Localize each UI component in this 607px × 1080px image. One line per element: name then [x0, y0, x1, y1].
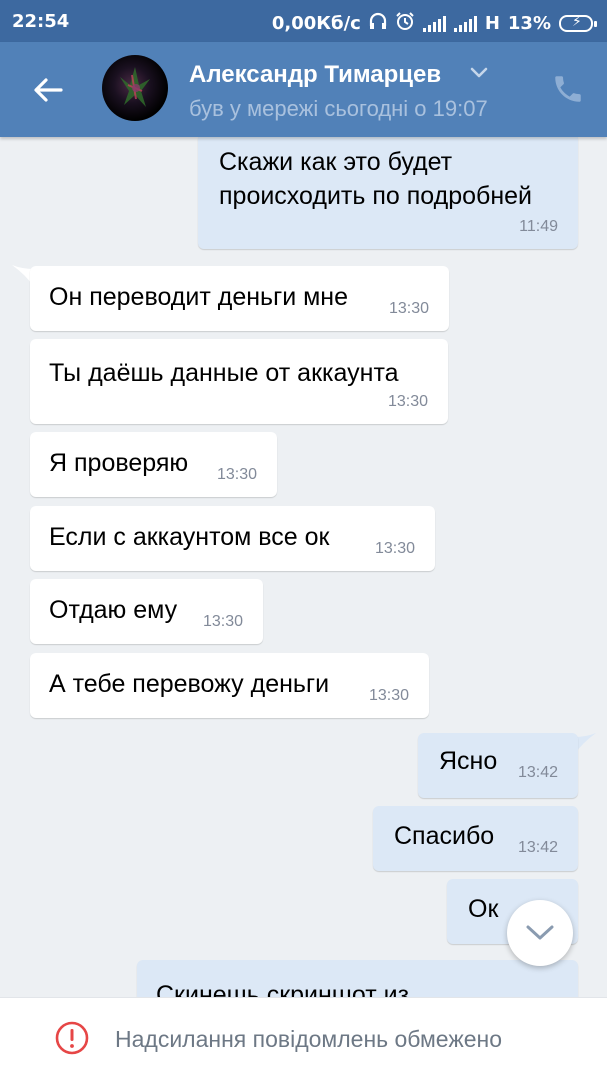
signal-icon — [422, 15, 446, 32]
status-time: 22:54 — [12, 11, 70, 32]
message-text: Скажи как это будет — [219, 148, 453, 176]
exclamation-circle-icon — [55, 1021, 89, 1055]
message-text: Я проверяю — [49, 449, 189, 477]
message-text: Он переводит деньги мне — [49, 283, 348, 311]
message-text: Скинешь скриншот из — [156, 981, 410, 997]
message-outgoing[interactable]: Ясно 13:42 — [418, 733, 578, 798]
message-time: 13:30 — [368, 687, 409, 704]
last-seen-status: був у мережі сьогодні о 19:07 — [189, 96, 488, 121]
message-text: Отдаю ему — [49, 596, 178, 624]
message-text: Ок — [468, 895, 499, 923]
alarm-icon — [395, 11, 415, 36]
message-incoming[interactable]: Он переводит деньги мне 13:30 — [30, 266, 449, 331]
message-text: А тебе перевожу деньги — [49, 670, 330, 698]
back-button[interactable] — [28, 70, 68, 110]
message-time: 13:42 — [517, 839, 558, 856]
battery-percent: 13% — [507, 13, 551, 34]
avatar[interactable] — [102, 55, 168, 121]
chevron-down-icon — [526, 925, 554, 940]
message-outgoing[interactable]: Спасибо 13:42 — [373, 806, 578, 871]
message-time: 13:42 — [517, 764, 558, 781]
message-time: 11:49 — [519, 218, 558, 235]
chevron-down-icon[interactable] — [470, 66, 488, 84]
message-list[interactable]: Скажи как это будет происходить по подро… — [0, 137, 607, 997]
arrow-left-icon — [34, 78, 63, 102]
message-text: Спасибо — [394, 822, 495, 850]
message-outgoing[interactable]: Скажи как это будет происходить по подро… — [198, 137, 578, 249]
message-time: 13:30 — [388, 300, 429, 317]
status-bar: 22:54 0,00Кб/с H 13% ⚡ — [0, 0, 607, 42]
message-incoming[interactable]: А тебе перевожу деньги 13:30 — [30, 653, 429, 718]
signal-icon-2 — [453, 15, 477, 32]
call-button[interactable] — [551, 72, 585, 106]
message-incoming[interactable]: Если с аккаунтом все ок 13:30 — [30, 506, 435, 571]
message-incoming[interactable]: Я проверяю 13:30 — [30, 432, 277, 497]
message-time: 13:30 — [387, 393, 428, 410]
message-text: происходить по подробней — [219, 182, 533, 210]
message-time: 13:30 — [202, 613, 243, 630]
message-time: 13:30 — [216, 466, 257, 483]
message-text: Если с аккаунтом все ок — [49, 523, 330, 551]
phone-icon — [555, 76, 581, 102]
message-text: Ты даёшь данные от аккаунта — [49, 359, 399, 387]
chat-header: Александр Тимарцев був у мережі сьогодні… — [0, 42, 607, 137]
message-text: Ясно — [439, 747, 498, 775]
scroll-to-bottom-button[interactable] — [507, 900, 573, 966]
messaging-restricted-bar: Надсилання повідомлень обмежено — [0, 997, 607, 1080]
headphones-icon — [369, 12, 387, 35]
message-time: 13:30 — [374, 540, 415, 557]
message-incoming[interactable]: Ты даёшь данные от аккаунта 13:30 — [30, 339, 448, 424]
restriction-notice: Надсилання повідомлень обмежено — [115, 1026, 502, 1052]
battery-icon: ⚡ — [559, 14, 597, 32]
network-type: H — [484, 13, 500, 34]
status-icons: 0,00Кб/с H 13% ⚡ — [271, 11, 597, 36]
message-outgoing[interactable]: Скинешь скриншот из — [137, 960, 578, 997]
network-speed: 0,00Кб/с — [271, 13, 361, 34]
contact-name[interactable]: Александр Тимарцев — [189, 61, 441, 89]
message-incoming[interactable]: Отдаю ему 13:30 — [30, 579, 263, 644]
